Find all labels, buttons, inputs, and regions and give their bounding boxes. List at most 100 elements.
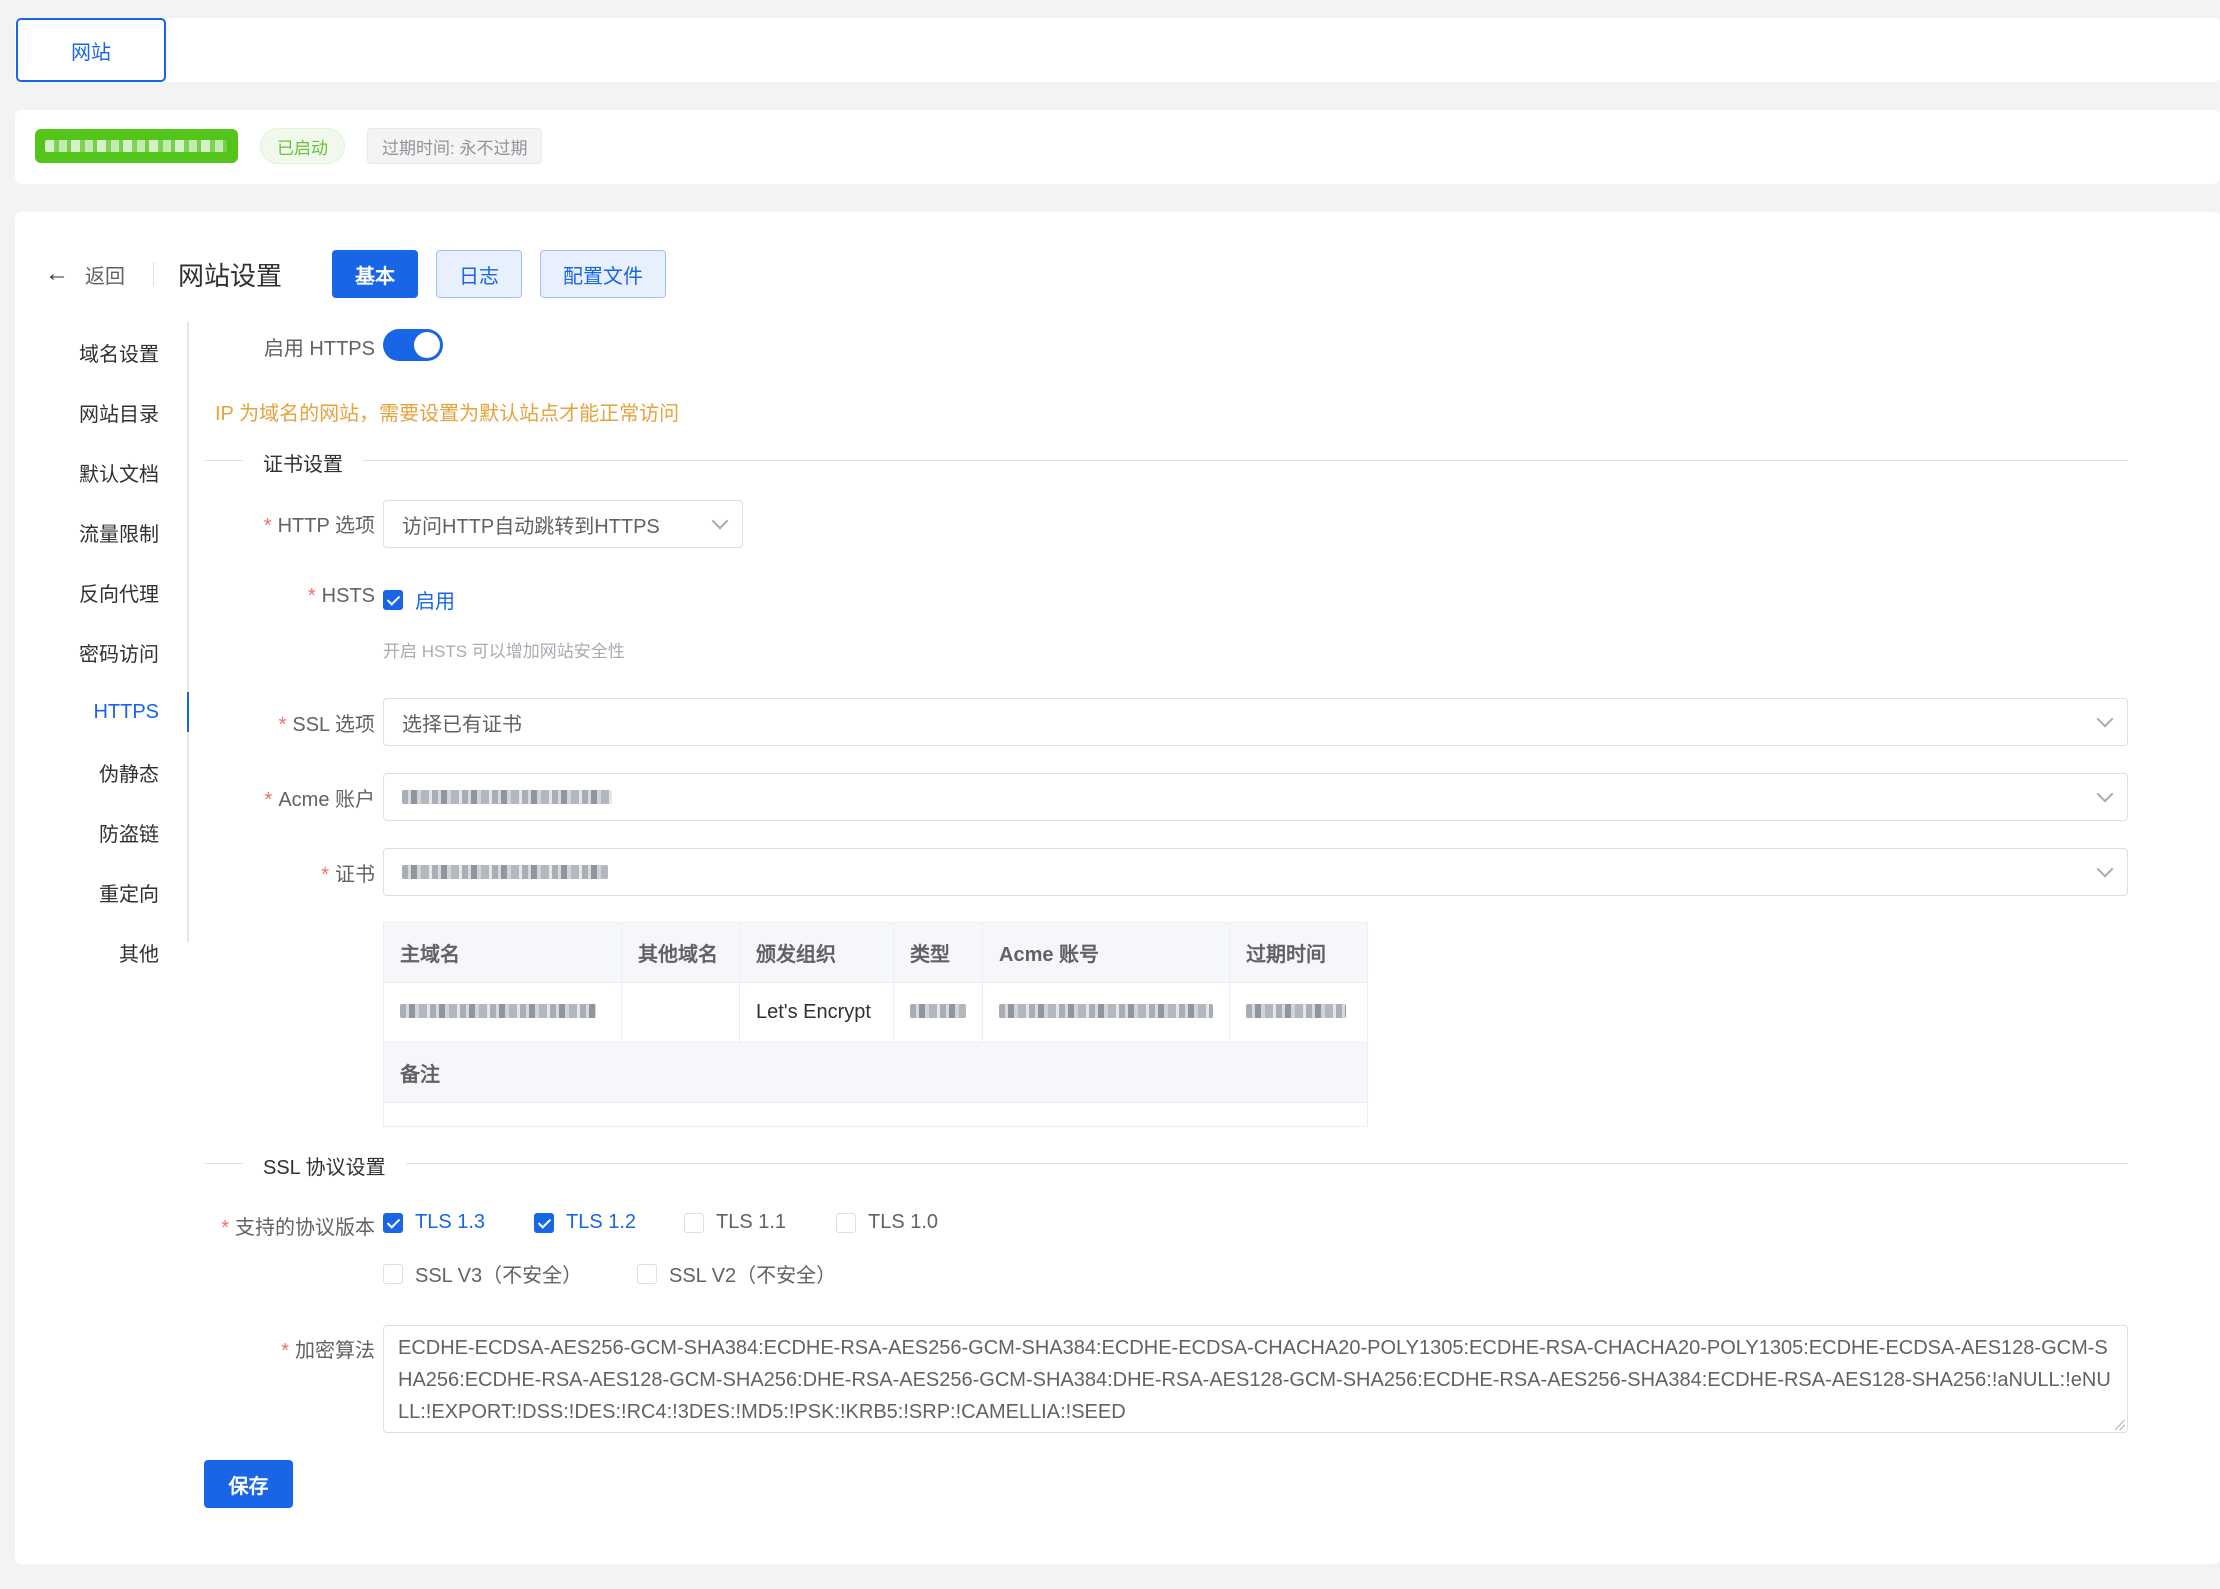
required-mark: * [264,789,273,811]
redacted-certificate [402,865,608,879]
tls12-checkbox[interactable]: TLS 1.2 [534,1211,636,1234]
chevron-down-icon [2096,785,2114,803]
table-note-row: 备注 [383,1042,1368,1103]
ssl-option-label: * SSL 选项 [278,714,375,736]
required-mark: * [321,864,329,886]
table-note-value-row [383,1102,1368,1127]
acme-account-select[interactable] [383,773,2128,821]
cipher-value: ECDHE-ECDSA-AES256-GCM-SHA384:ECDHE-RSA-… [398,1337,2111,1423]
arrow-left-icon: ← [45,260,69,287]
checkbox-unchecked-icon [684,1212,704,1233]
column-header-acme-account: Acme 账号 [982,922,1230,983]
tab-config-file[interactable]: 配置文件 [540,250,667,298]
chevron-down-icon [2096,860,2114,878]
checkbox-checked-icon [383,1212,403,1233]
hsts-checkbox[interactable]: 启用 [383,585,455,614]
required-mark: * [278,714,287,736]
column-header-other-domains: 其他域名 [621,922,740,983]
cert-section-title: 证书设置 [243,448,363,477]
tls13-checkbox[interactable]: TLS 1.3 [383,1211,485,1234]
ssl-protocol-section-divider [204,1163,2128,1164]
redacted-type [910,1004,966,1018]
http-option-value: 访问HTTP自动跳转到HTTPS [402,515,660,538]
note-value [383,1102,1368,1127]
redacted-acme-account [402,790,612,804]
tab-website[interactable]: 网站 [16,18,166,82]
cell-expire-time [1229,982,1368,1043]
ssl-protocol-section-title: SSL 协议设置 [243,1151,406,1180]
checkbox-unchecked-icon [836,1212,856,1233]
site-name-badge [35,129,238,163]
cell-acme-account [982,982,1230,1043]
column-header-main-domain: 主域名 [383,922,622,983]
header-divider [153,262,154,286]
certificate-label: * 证书 [321,864,375,886]
checkbox-checked-icon [534,1212,554,1233]
hsts-hint: 开启 HSTS 可以增加网站安全性 [383,642,625,661]
sidebar-item-password-access[interactable]: 密码访问 [15,622,189,682]
hsts-checkbox-label: 启用 [415,591,455,613]
cell-other-domains [621,982,740,1043]
table-header-row: 主域名 其他域名 颁发组织 类型 Acme 账号 过期时间 [383,922,1368,983]
back-button[interactable]: ← 返回 [45,260,125,289]
required-mark: * [307,585,316,607]
note-header: 备注 [383,1042,1368,1103]
acme-account-label: * Acme 账户 [264,789,375,811]
tab-basic[interactable]: 基本 [332,250,419,298]
resize-handle-icon[interactable] [2115,1420,2125,1430]
cell-type [893,982,983,1043]
certificate-info-table: 主域名 其他域名 颁发组织 类型 Acme 账号 过期时间 Let's Encr… [383,922,1368,1127]
sslv3-label: SSL V3（不安全） [415,1265,583,1287]
sidebar-item-other[interactable]: 其他 [15,922,189,982]
column-header-issuer: 颁发组织 [739,922,894,983]
site-info-bar: 已启动 过期时间: 永不过期 [15,110,2220,184]
expire-badge: 过期时间: 永不过期 [367,128,543,164]
sslv3-checkbox[interactable]: SSL V3（不安全） [383,1259,582,1288]
column-header-type: 类型 [893,922,983,983]
tls11-label: TLS 1.1 [716,1211,787,1233]
column-header-expire-time: 过期时间 [1229,922,1368,983]
http-option-select[interactable]: 访问HTTP自动跳转到HTTPS [383,500,743,548]
certificate-select[interactable] [383,848,2128,896]
settings-header: ← 返回 网站设置 基本 日志 配置文件 [45,250,684,298]
chevron-down-icon [2096,710,2114,728]
cert-section-divider [204,460,2128,461]
cipher-label: * 加密算法 [281,1340,375,1362]
table-row: Let's Encrypt [383,982,1368,1043]
required-mark: * [221,1217,229,1239]
tls10-label: TLS 1.0 [868,1211,939,1233]
status-badge: 已启动 [260,128,345,164]
chevron-down-icon [711,512,729,530]
ssl-option-select[interactable]: 选择已有证书 [383,698,2128,746]
checkbox-unchecked-icon [383,1263,403,1284]
ip-warning-text: IP 为域名的网站，需要设置为默认站点才能正常访问 [215,403,680,425]
http-option-label: * HTTP 选项 [263,515,375,537]
hsts-label: * HSTS [307,585,375,607]
checkbox-unchecked-icon [637,1263,657,1284]
enable-https-label: 启用 HTTPS [263,338,375,360]
save-button[interactable]: 保存 [204,1460,293,1508]
redacted-site-name [45,140,227,152]
checkbox-checked-icon [383,589,403,610]
ssl-option-value: 选择已有证书 [402,713,522,736]
sslv2-label: SSL V2（不安全） [669,1265,837,1287]
sidebar-item-default-document[interactable]: 默认文档 [15,442,189,502]
tls13-label: TLS 1.3 [415,1211,486,1233]
required-mark: * [263,515,272,537]
sslv2-checkbox[interactable]: SSL V2（不安全） [637,1259,836,1288]
protocol-version-label: * 支持的协议版本 [221,1217,375,1239]
cipher-textarea[interactable]: ECDHE-ECDSA-AES256-GCM-SHA384:ECDHE-RSA-… [383,1325,2128,1433]
back-label: 返回 [85,265,125,288]
tls11-checkbox[interactable]: TLS 1.1 [684,1211,786,1234]
tab-logs[interactable]: 日志 [436,250,523,298]
redacted-expire-time [1246,1004,1346,1018]
enable-https-switch[interactable] [383,329,443,361]
switch-knob [414,332,440,358]
tls10-checkbox[interactable]: TLS 1.0 [836,1211,938,1234]
top-tab-bar: 网站 [15,18,2220,82]
cell-main-domain [383,982,622,1043]
required-mark: * [281,1340,289,1362]
cell-issuer: Let's Encrypt [739,982,894,1043]
site-settings-panel: ← 返回 网站设置 基本 日志 配置文件 域名设置 网站目录 默认文档 流量限制… [15,212,2220,1564]
sidebar-item-site-directory[interactable]: 网站目录 [15,382,189,442]
